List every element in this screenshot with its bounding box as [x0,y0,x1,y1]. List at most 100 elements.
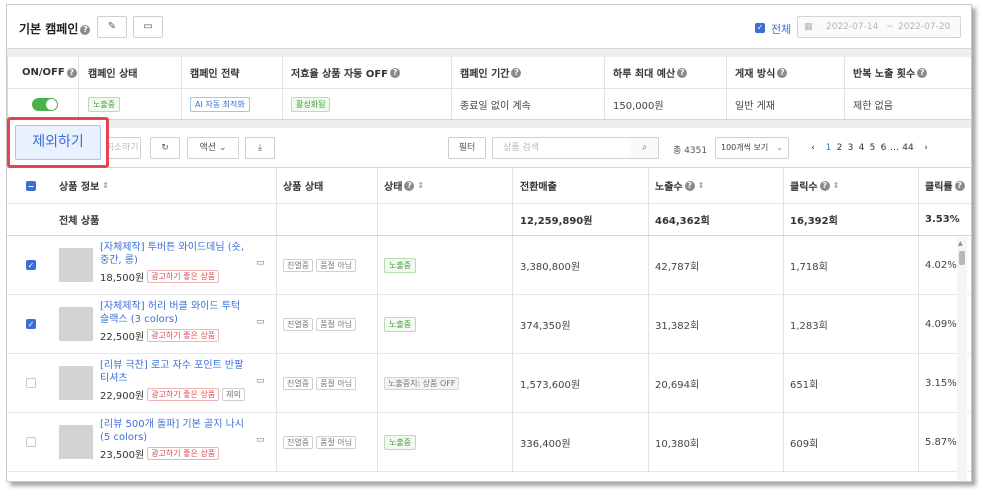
help-icon[interactable]: ? [917,67,928,78]
cart-icon[interactable]: ▭ [256,376,265,386]
filter-button[interactable]: 필터 [448,137,486,159]
product-name-link[interactable]: [자체제작] 투버튼 와이드데님 (숏, 중간, 롱) [100,241,250,267]
help-icon[interactable]: ? [80,24,91,35]
product-thumbnail[interactable] [59,425,93,459]
sort-icon[interactable]: ⇕ [698,181,705,190]
search-button[interactable]: ⌕ [631,137,659,159]
campaign-table-header: ON/OFF? 캠페인 상태 캠페인 전략 저효율 상품 자동 OFF? 캠페인… [7,57,971,89]
sort-icon[interactable]: ⇕ [102,181,109,190]
next-page-button[interactable]: › [916,143,936,153]
table-row[interactable]: [리뷰 500개 돌파] 기본 골지 나시 (5 colors) 23,500원… [7,413,971,472]
row-checkbox[interactable] [26,437,36,447]
product-thumbnail[interactable] [59,307,93,341]
help-icon[interactable]: ? [954,180,965,191]
clicks-value: 651회 [790,379,819,391]
help-icon[interactable]: ? [677,67,688,78]
all-checkbox-label: 전체 [771,23,792,36]
per-page-value: 100개씩 보기 [721,143,769,152]
page-button[interactable]: 4 [856,143,867,153]
campaign-strategy-badge[interactable]: AI 자동 최적화 [190,96,250,112]
refresh-icon: ↻ [161,143,169,153]
cart-icon[interactable]: ▭ [256,258,265,268]
prev-page-button[interactable]: ‹ [803,143,823,153]
campaign-status-badge: 노출중 [88,96,121,112]
table-row[interactable]: [리뷰 극찬] 로고 자수 포인트 반팔 티셔츠 22,900원 광고하기 좋은… [7,354,971,413]
scrollbar-thumb[interactable] [959,251,965,265]
placement-value: 일반 게재 [735,100,775,112]
product-price: 22,500원 [100,332,145,343]
col-impressions: 노출수 [655,182,683,193]
product-name-link[interactable]: [리뷰 극찬] 로고 자수 포인트 반팔 티셔츠 [100,359,250,385]
refresh-button[interactable]: ↻ [150,137,180,159]
col-revenue: 전환매출 [520,182,557,193]
soldout-status-tag: 품절 아님 [316,435,357,449]
campaign-panel: 기본 캠페인? ✎ ▭ ✓ 전체 ▦ 2022-07-14 ~ 2022-07-… [6,4,972,482]
col-daily-budget: 하루 최대 예산 [613,69,676,80]
total-label: 전체 상품 [59,216,100,227]
product-thumbnail[interactable] [59,366,93,400]
help-icon[interactable]: ? [404,180,415,191]
per-page-select[interactable]: 100개씩 보기 ⌄ [715,137,789,159]
help-icon[interactable]: ? [819,180,830,191]
display-status-tag: 진열중 [283,435,314,449]
impressions-value: 31,382회 [655,320,700,332]
revenue-value: 1,573,600원 [520,379,581,391]
select-all-checkbox[interactable]: − [26,180,36,191]
page-button[interactable]: 3 [845,143,856,153]
auto-off-badge[interactable]: 활성화됨 [291,96,331,112]
exclude-highlight: 제외하기 [7,117,109,168]
row-checkbox[interactable] [26,378,36,388]
product-name-link[interactable]: [자체제작] 허리 버클 와이드 투턱 슬랙스 (3 colors) [100,300,250,326]
exclude-button[interactable]: 제외하기 [15,125,101,160]
impressions-value: 10,380회 [655,438,700,450]
help-icon[interactable]: ? [511,67,522,78]
campaign-header: 기본 캠페인? ✎ ▭ ✓ 전체 ▦ 2022-07-14 ~ 2022-07-… [7,5,971,49]
date-separator: ~ [886,22,894,32]
help-icon[interactable]: ? [390,67,401,78]
col-campaign-strategy: 캠페인 전략 [190,69,240,80]
impressions-value: 20,694회 [655,379,700,391]
edit-campaign-button[interactable]: ✎ [97,16,127,38]
scroll-up-icon[interactable]: ▲ [958,240,963,247]
search-icon: ⌕ [641,142,648,153]
product-thumbnail[interactable] [59,248,93,282]
soldout-status-tag: 품절 아님 [316,258,357,272]
row-checkbox[interactable]: ✓ [26,260,36,270]
campaign-onoff-toggle[interactable] [32,97,58,111]
state-badge: 노출중 [384,316,417,332]
clicks-value: 1,718회 [790,261,828,273]
page-button[interactable]: 6 [878,143,889,153]
help-icon[interactable]: ? [66,67,77,78]
all-checkbox[interactable]: ✓ [755,23,765,33]
table-scrollbar[interactable] [957,237,967,481]
page-button[interactable]: 2 [834,143,845,153]
cart-icon[interactable]: ▭ [256,317,265,327]
state-badge: 노출중 [384,257,417,273]
col-clicks: 클릭수 [790,182,818,193]
page-button[interactable]: 1 [823,143,834,153]
action-dropdown[interactable]: 액션 ⌄ [187,137,239,159]
page-button[interactable]: 44 [900,143,916,153]
download-button[interactable]: ⤓ [245,137,275,159]
cart-button[interactable]: ▭ [133,16,163,38]
cart-icon: ▭ [143,21,153,32]
sort-icon[interactable]: ⇕ [833,181,840,190]
col-repeat: 반복 노출 횟수 [853,69,916,80]
cart-icon[interactable]: ▭ [256,435,265,445]
page-ellipsis: … [890,143,899,153]
clicks-value: 1,283회 [790,320,828,332]
help-icon[interactable]: ? [684,180,695,191]
page-button[interactable]: 5 [867,143,878,153]
table-row[interactable]: ✓ [자체제작] 허리 버클 와이드 투턱 슬랙스 (3 colors) 22,… [7,295,971,354]
product-name-link[interactable]: [리뷰 500개 돌파] 기본 골지 나시 (5 colors) [100,418,250,444]
row-checkbox[interactable]: ✓ [26,319,36,329]
col-ctr: 클릭률 [925,182,953,193]
date-range-picker[interactable]: ▦ 2022-07-14 ~ 2022-07-20 [797,16,961,38]
sort-icon[interactable]: ⇕ [417,181,424,190]
table-row[interactable]: ✓ [자체제작] 투버튼 와이드데님 (숏, 중간, 롱) 18,500원 광고… [7,236,971,295]
help-icon[interactable]: ? [777,67,788,78]
product-search-input[interactable]: 상품 검색 [492,137,632,159]
ctr-value: 4.09% [925,318,957,330]
excluded-tag: 제외 [222,388,245,401]
state-badge: 노출중지: 상품 OFF [384,376,460,390]
